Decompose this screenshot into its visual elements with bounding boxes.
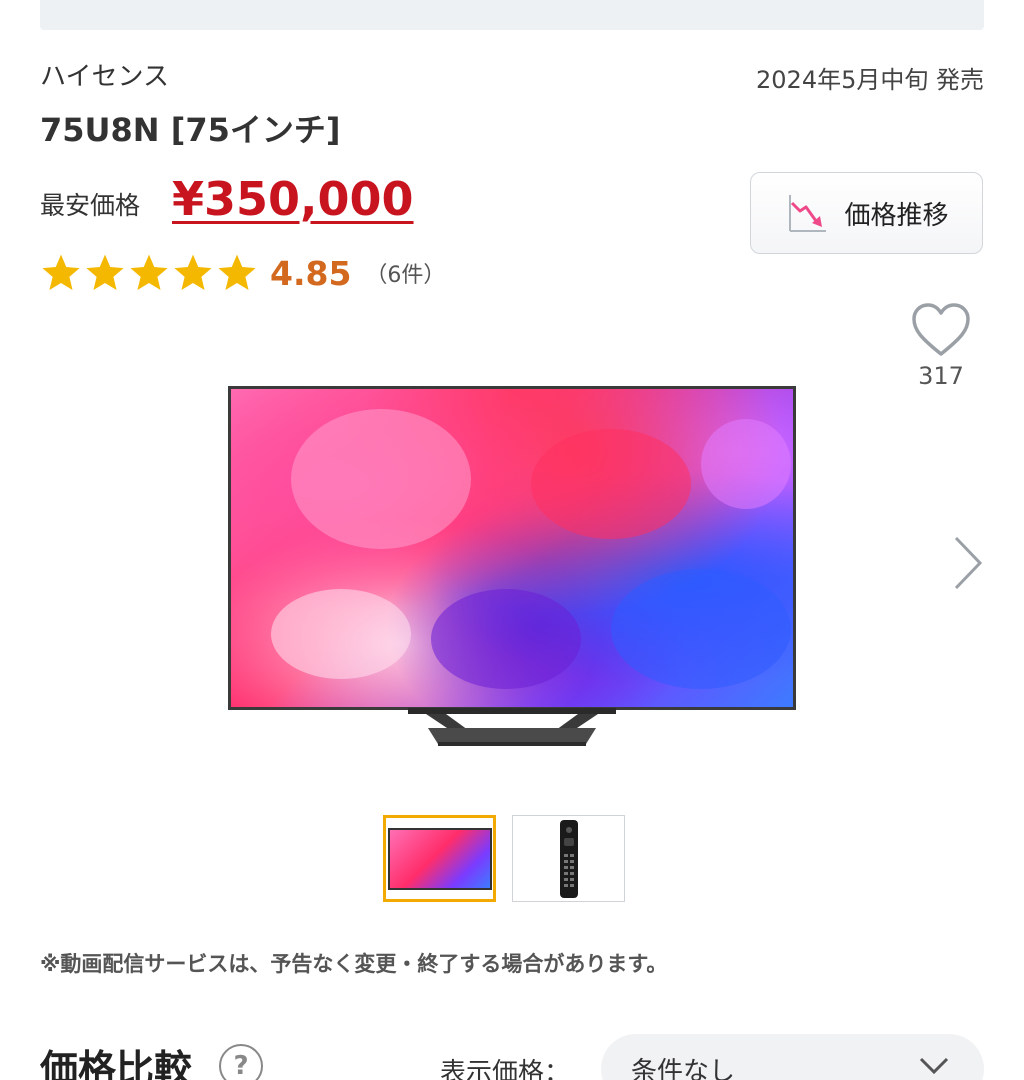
chevron-down-icon [919,1057,949,1075]
thumbnail-remote[interactable] [512,815,625,902]
display-price-select[interactable]: 条件なし [601,1034,984,1080]
price-trend-label: 価格推移 [844,200,949,231]
star-icon [174,254,212,290]
product-title: 75U8N [75インチ] [40,111,341,149]
television-thumbnail-image [387,827,492,890]
star-icon [218,254,256,290]
review-count[interactable]: （6件） [365,257,445,289]
price-compare-heading: 価格比較 [40,1047,193,1080]
rating[interactable]: 4.85 （6件） [40,252,445,294]
star-icon [130,254,168,290]
top-banner-strip [40,0,984,30]
star-icon [42,254,80,290]
thumbnail-strip [383,815,625,902]
product-main-image[interactable] [228,386,796,748]
lowest-price[interactable]: ¥350,000 [172,172,414,226]
display-price-value: 条件なし [631,1056,736,1080]
price-trend-button[interactable]: 価格推移 [750,172,983,254]
favorite-count: 317 [918,362,964,390]
remote-control-thumbnail-image [559,819,578,898]
streaming-notice: ※動画配信サービスは、予告なく変更・終了する場合があります。 [40,952,668,976]
release-date: 2024年5月中旬 発売 [756,66,984,94]
heart-icon [912,303,970,356]
next-image-arrow-icon[interactable] [948,532,988,594]
help-icon[interactable]: ? [219,1044,263,1080]
tv-screen [228,386,796,710]
favorite-button[interactable]: 317 [908,302,974,390]
rating-score: 4.85 [270,253,352,293]
maker-name[interactable]: ハイセンス [40,56,169,93]
star-icon [86,254,124,290]
display-price-label: 表示価格： [440,1058,571,1080]
rating-stars [40,252,258,294]
lowest-price-label: 最安価格 [40,191,141,220]
price-trend-chart-icon [789,195,827,232]
thumbnail-television[interactable] [383,815,496,902]
tv-stand [408,708,616,746]
